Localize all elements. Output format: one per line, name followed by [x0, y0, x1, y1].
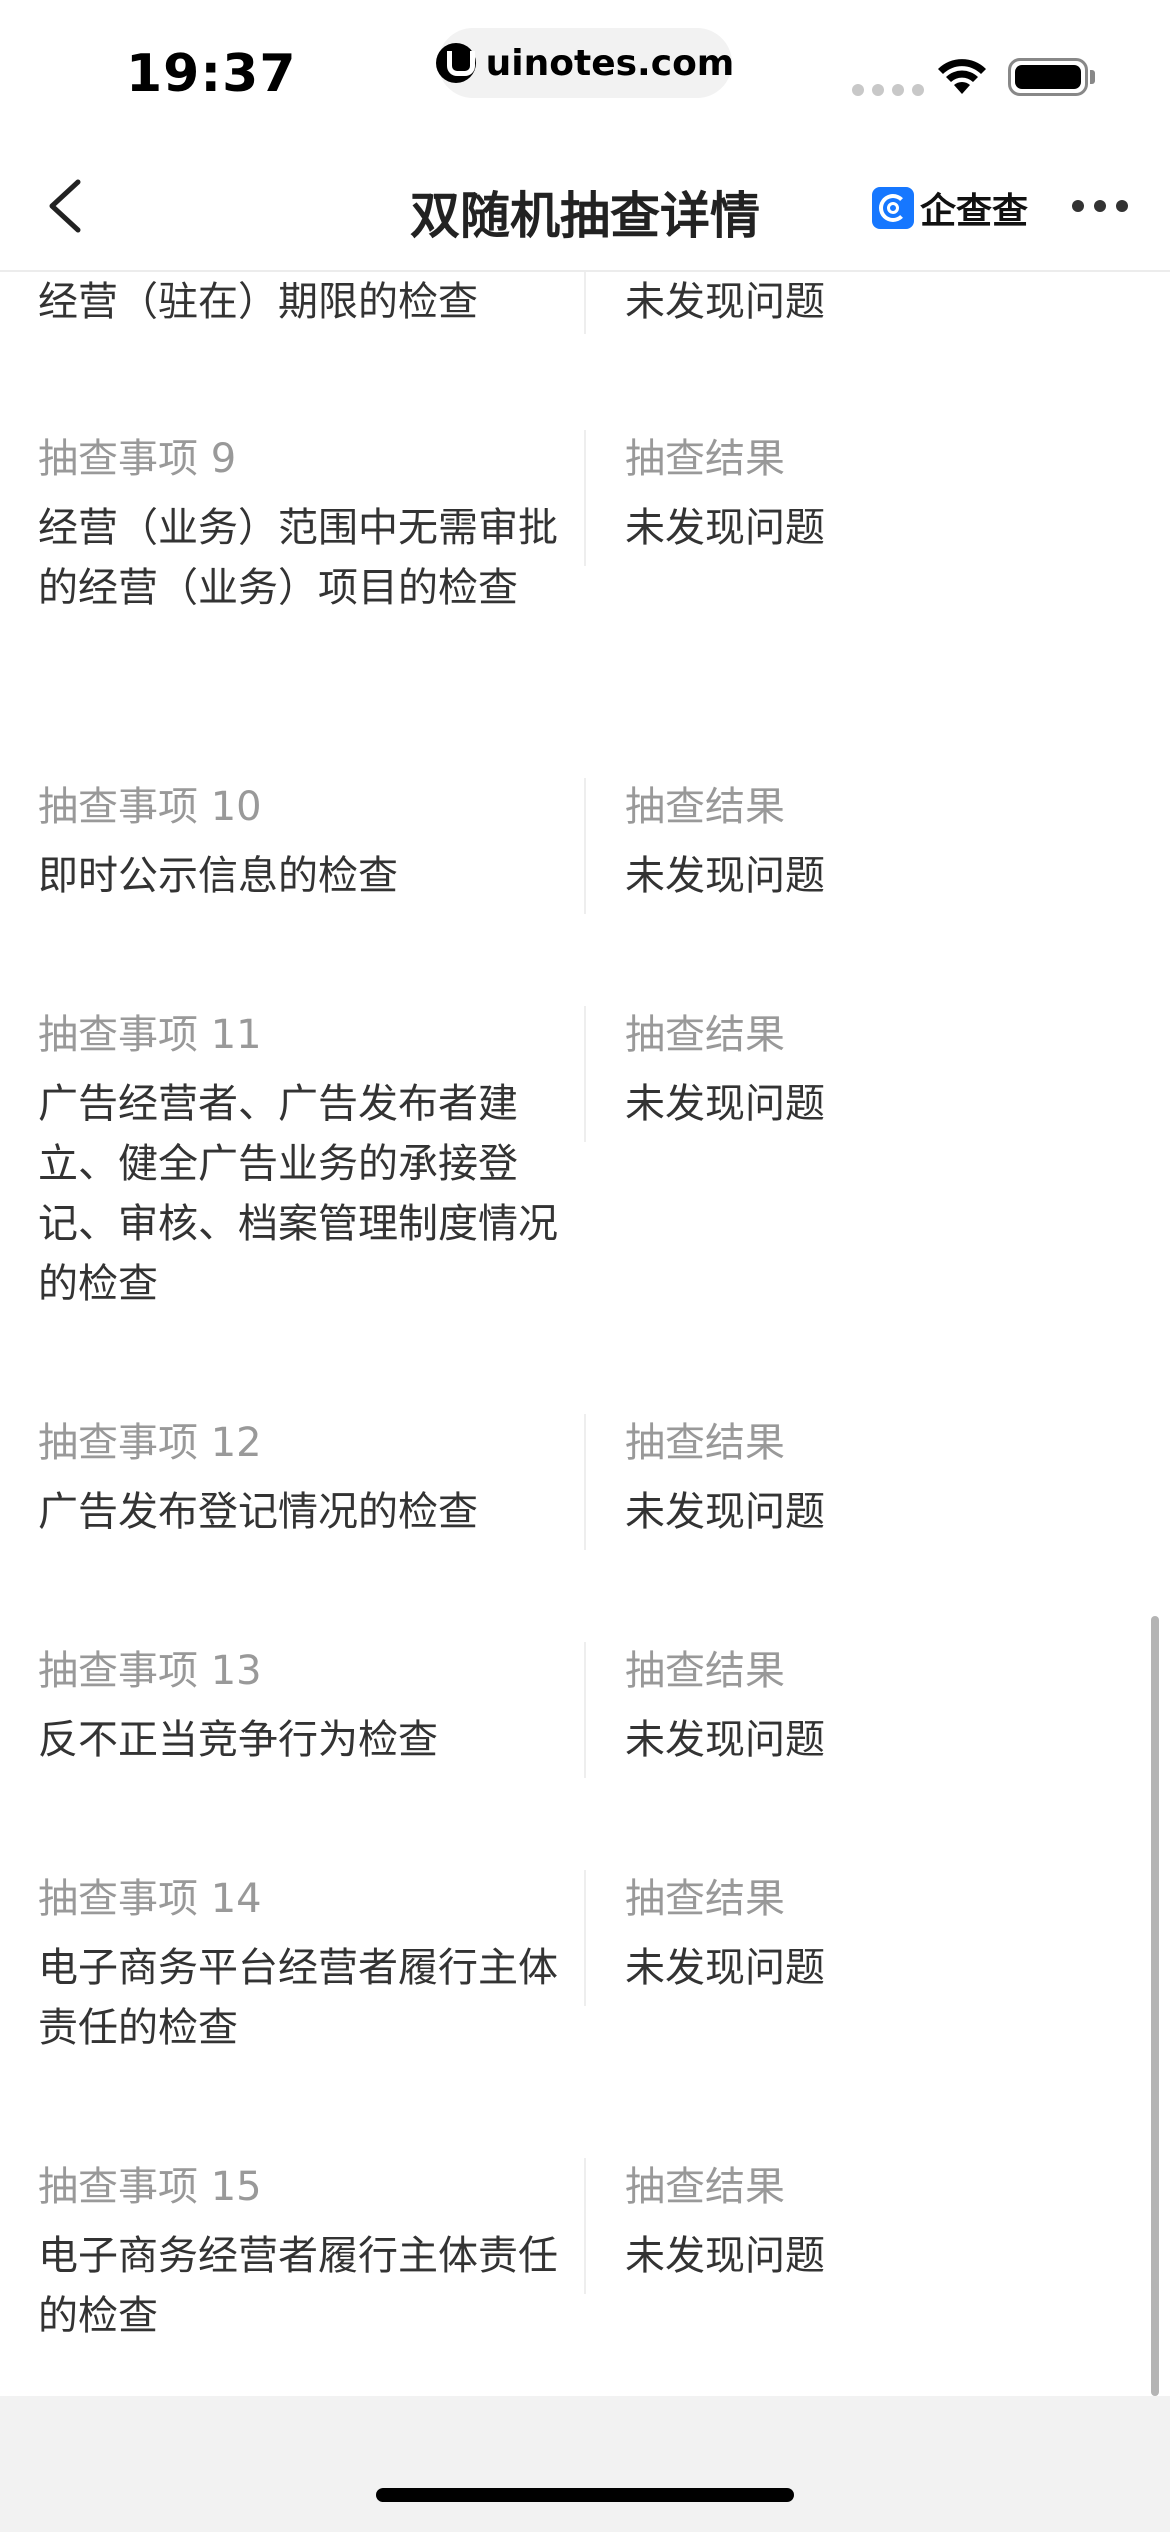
column-divider	[584, 1006, 586, 1142]
item-label: 抽查事项 14	[38, 1876, 262, 1922]
item-value: 经营（业务）范围中无需审批的经营（业务）项目的检查	[38, 505, 558, 611]
item-right-column: 抽查结果 未发现问题	[625, 1870, 1125, 1998]
item-left-column: 抽查事项 12 广告发布登记情况的检查	[38, 1414, 558, 1542]
item-right-column: 抽查结果 未发现问题	[625, 1414, 1125, 1542]
item-label: 抽查事项 11	[38, 1012, 262, 1058]
item-label: 抽查事项 12	[38, 1420, 262, 1466]
nav-bar: 双随机抽查详情 企查查	[0, 140, 1170, 272]
url-pill[interactable]: uinotes.com	[435, 28, 735, 98]
cellular-signal-icon	[852, 84, 924, 96]
column-divider	[584, 2158, 586, 2294]
item-value: 经营（驻在）期限的检查	[38, 279, 478, 325]
result-label: 抽查结果	[625, 1648, 785, 1694]
item-left-column: 经营（驻在）期限的检查	[38, 272, 558, 332]
status-time: 19:37	[126, 44, 297, 104]
result-label: 抽查结果	[625, 1420, 785, 1466]
result-value: 未发现问题	[625, 505, 825, 551]
item-label: 抽查事项 9	[38, 436, 237, 482]
item-right-column: 未发现问题	[625, 272, 1125, 332]
result-value: 未发现问题	[625, 1945, 825, 1991]
item-right-column: 抽查结果 未发现问题	[625, 1642, 1125, 1770]
url-text: uinotes.com	[485, 42, 735, 84]
bottom-area	[0, 2396, 1170, 2532]
result-value: 未发现问题	[625, 1717, 825, 1763]
result-value: 未发现问题	[625, 2233, 825, 2279]
item-label: 抽查事项 10	[38, 784, 262, 830]
item-value: 电子商务经营者履行主体责任的检查	[38, 2233, 558, 2339]
column-divider	[584, 1414, 586, 1550]
result-label: 抽查结果	[625, 1012, 785, 1058]
battery-cap	[1090, 70, 1095, 84]
home-indicator[interactable]	[376, 2488, 794, 2502]
result-label: 抽查结果	[625, 784, 785, 830]
column-divider	[584, 1870, 586, 2006]
item-value: 反不正当竞争行为检查	[38, 1717, 438, 1763]
column-divider	[584, 1642, 586, 1778]
result-value: 未发现问题	[625, 1489, 825, 1535]
item-right-column: 抽查结果 未发现问题	[625, 778, 1125, 906]
result-value: 未发现问题	[625, 279, 825, 325]
result-label: 抽查结果	[625, 2164, 785, 2210]
item-left-column: 抽查事项 9 经营（业务）范围中无需审批的经营（业务）项目的检查	[38, 430, 558, 618]
item-right-column: 抽查结果 未发现问题	[625, 1006, 1125, 1134]
brand-name: 企查查	[920, 191, 1029, 232]
result-value: 未发现问题	[625, 853, 825, 899]
page: 19:37 uinotes.com 双随机抽查详情 企查查 经营（驻在）期限的检…	[0, 0, 1170, 2532]
item-left-column: 抽查事项 15 电子商务经营者履行主体责任的检查	[38, 2158, 558, 2346]
item-label: 抽查事项 15	[38, 2164, 262, 2210]
brand-logo[interactable]: 企查查	[872, 182, 1028, 234]
qichacha-logo-icon	[872, 187, 914, 229]
item-value: 即时公示信息的检查	[38, 853, 398, 899]
item-left-column: 抽查事项 14 电子商务平台经营者履行主体责任的检查	[38, 1870, 558, 2058]
uinotes-logo-icon	[435, 43, 476, 83]
item-value: 广告经营者、广告发布者建立、健全广告业务的承接登记、审核、档案管理制度情况的检查	[38, 1081, 558, 1307]
scrollbar[interactable]	[1151, 1616, 1159, 2396]
item-left-column: 抽查事项 13 反不正当竞争行为检查	[38, 1642, 558, 1770]
item-right-column: 抽查结果 未发现问题	[625, 430, 1125, 558]
column-divider	[584, 430, 586, 566]
item-value: 广告发布登记情况的检查	[38, 1489, 478, 1535]
more-dots-icon[interactable]	[1072, 200, 1128, 212]
column-divider	[584, 272, 586, 334]
item-left-column: 抽查事项 11 广告经营者、广告发布者建立、健全广告业务的承接登记、审核、档案管…	[38, 1006, 558, 1314]
item-left-column: 抽查事项 10 即时公示信息的检查	[38, 778, 558, 906]
column-divider	[584, 778, 586, 914]
result-value: 未发现问题	[625, 1081, 825, 1127]
item-value: 电子商务平台经营者履行主体责任的检查	[38, 1945, 558, 2051]
item-right-column: 抽查结果 未发现问题	[625, 2158, 1125, 2286]
wifi-icon	[938, 59, 986, 94]
result-label: 抽查结果	[625, 436, 785, 482]
item-label: 抽查事项 13	[38, 1648, 262, 1694]
status-bar: 19:37 uinotes.com	[0, 0, 1170, 140]
battery-icon	[1008, 58, 1088, 96]
result-label: 抽查结果	[625, 1876, 785, 1922]
